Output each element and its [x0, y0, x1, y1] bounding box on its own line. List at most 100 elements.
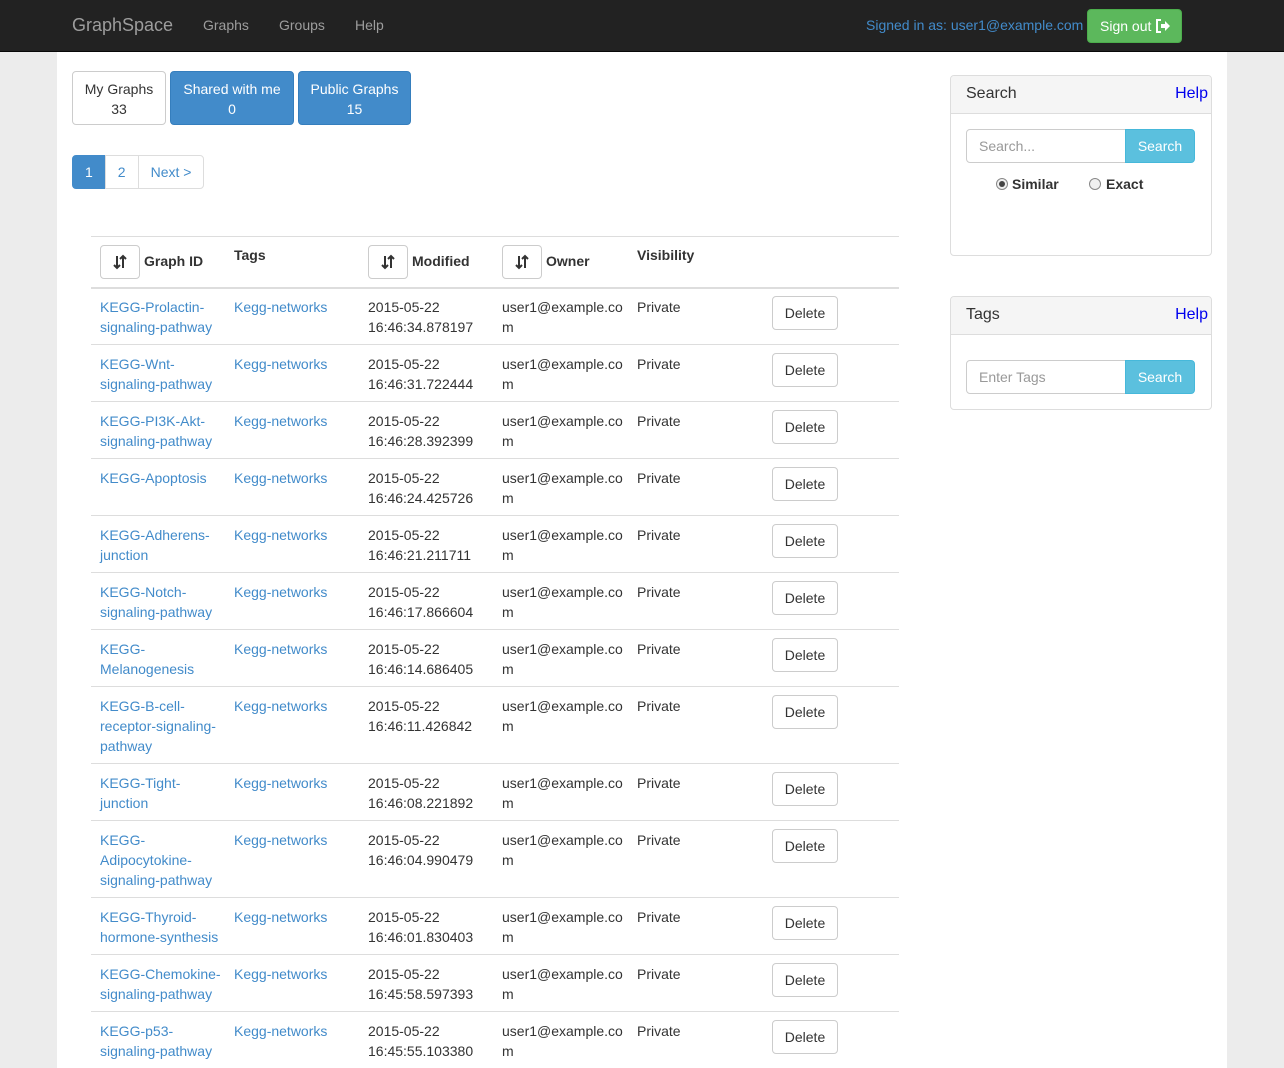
public-graphs-tab[interactable]: Public Graphs 15: [298, 71, 411, 125]
owner-email: user1@example.com: [502, 413, 623, 449]
page-1-link[interactable]: 1: [72, 155, 106, 189]
delete-button[interactable]: Delete: [772, 1020, 838, 1054]
owner-email: user1@example.com: [502, 698, 623, 734]
visibility-value: Private: [637, 584, 681, 600]
tags-panel-title: Tags: [966, 306, 1000, 323]
graph-id-link[interactable]: KEGG-Melanogenesis: [100, 639, 226, 679]
tag-link[interactable]: Kegg-networks: [234, 830, 327, 850]
similar-radio[interactable]: [996, 178, 1008, 190]
owner-email: user1@example.com: [502, 299, 623, 335]
owner-email: user1@example.com: [502, 832, 623, 868]
search-button[interactable]: Search: [1125, 129, 1195, 163]
page-2-link[interactable]: 2: [104, 155, 139, 189]
graph-id-link[interactable]: KEGG-Thyroid-hormone-synthesis: [100, 907, 226, 947]
graph-id-link[interactable]: KEGG-Adherens-junction: [100, 525, 226, 565]
owner-email: user1@example.com: [502, 909, 623, 945]
tags-panel-header: Tags Help: [951, 297, 1211, 335]
graph-id-link[interactable]: KEGG-Adipocytokine-signaling-pathway: [100, 830, 226, 890]
modified-date: 2015-05-22 16:45:58.597393: [368, 966, 474, 1002]
owner-email: user1@example.com: [502, 584, 623, 620]
visibility-value: Private: [637, 698, 681, 714]
tag-link[interactable]: Kegg-networks: [234, 468, 327, 488]
tag-link[interactable]: Kegg-networks: [234, 773, 327, 793]
table-row: KEGG-Wnt-signaling-pathway Kegg-networks…: [91, 344, 899, 401]
sign-out-button[interactable]: Sign out: [1087, 9, 1182, 43]
sort-graph-id-button[interactable]: [100, 245, 140, 279]
table-row: KEGG-Chemokine-signaling-pathway Kegg-ne…: [91, 954, 899, 1011]
visibility-value: Private: [637, 413, 681, 429]
exact-radio[interactable]: [1089, 178, 1101, 190]
tags-input[interactable]: [966, 360, 1126, 394]
signed-in-user-link[interactable]: Signed in as: user1@example.com: [866, 17, 1083, 33]
exact-label: Exact: [1106, 176, 1144, 192]
visibility-value: Private: [637, 641, 681, 657]
tag-link[interactable]: Kegg-networks: [234, 964, 327, 984]
search-help-link[interactable]: Help: [1175, 85, 1208, 103]
modified-date: 2015-05-22 16:46:28.392399: [368, 413, 474, 449]
tag-link[interactable]: Kegg-networks: [234, 297, 327, 317]
delete-button[interactable]: Delete: [772, 581, 838, 615]
similar-label: Similar: [1012, 176, 1059, 192]
modified-date: 2015-05-22 16:46:24.425726: [368, 470, 474, 506]
tags-help-link[interactable]: Help: [1175, 306, 1208, 324]
header-modified: Modified: [412, 253, 470, 269]
table-row: KEGG-Tight-junction Kegg-networks 2015-0…: [91, 763, 899, 820]
modified-date: 2015-05-22 16:46:31.722444: [368, 356, 474, 392]
graph-id-link[interactable]: KEGG-PI3K-Akt-signaling-pathway: [100, 411, 226, 451]
header-visibility: Visibility: [637, 247, 695, 263]
tags-search-button[interactable]: Search: [1125, 360, 1195, 394]
delete-button[interactable]: Delete: [772, 524, 838, 558]
tag-link[interactable]: Kegg-networks: [234, 525, 327, 545]
nav-help[interactable]: Help: [355, 17, 384, 33]
delete-button[interactable]: Delete: [772, 353, 838, 387]
next-page-link[interactable]: Next >: [137, 155, 205, 189]
visibility-value: Private: [637, 299, 681, 315]
tag-link[interactable]: Kegg-networks: [234, 354, 327, 374]
owner-email: user1@example.com: [502, 527, 623, 563]
nav-groups[interactable]: Groups: [279, 17, 325, 33]
graph-id-link[interactable]: KEGG-Apoptosis: [100, 468, 226, 488]
owner-email: user1@example.com: [502, 470, 623, 506]
tag-link[interactable]: Kegg-networks: [234, 411, 327, 431]
delete-button[interactable]: Delete: [772, 772, 838, 806]
delete-button[interactable]: Delete: [772, 638, 838, 672]
tag-link[interactable]: Kegg-networks: [234, 639, 327, 659]
graph-id-link[interactable]: KEGG-Tight-junction: [100, 773, 226, 813]
delete-button[interactable]: Delete: [772, 906, 838, 940]
delete-button[interactable]: Delete: [772, 829, 838, 863]
visibility-value: Private: [637, 356, 681, 372]
graph-id-link[interactable]: KEGG-Wnt-signaling-pathway: [100, 354, 226, 394]
modified-date: 2015-05-22 16:46:11.426842: [368, 698, 473, 734]
modified-date: 2015-05-22 16:46:08.221892: [368, 775, 474, 811]
tag-link[interactable]: Kegg-networks: [234, 582, 327, 602]
graph-id-link[interactable]: KEGG-B-cell-receptor-signaling-pathway: [100, 696, 226, 756]
nav-graphs[interactable]: Graphs: [203, 17, 249, 33]
delete-button[interactable]: Delete: [772, 296, 838, 330]
brand-link[interactable]: GraphSpace: [72, 15, 173, 36]
graph-id-link[interactable]: KEGG-Chemokine-signaling-pathway: [100, 964, 226, 1004]
my-graphs-count: 33: [111, 101, 127, 117]
visibility-value: Private: [637, 527, 681, 543]
shared-with-me-tab[interactable]: Shared with me 0: [170, 71, 294, 125]
tag-link[interactable]: Kegg-networks: [234, 696, 327, 716]
sort-modified-button[interactable]: [368, 245, 408, 279]
my-graphs-tab[interactable]: My Graphs 33: [72, 71, 166, 125]
visibility-value: Private: [637, 909, 681, 925]
delete-button[interactable]: Delete: [772, 467, 838, 501]
modified-date: 2015-05-22 16:46:21.211711: [368, 527, 472, 563]
owner-email: user1@example.com: [502, 1023, 623, 1059]
sort-owner-button[interactable]: [502, 245, 542, 279]
delete-button[interactable]: Delete: [772, 963, 838, 997]
pagination: 1 2 Next >: [72, 155, 205, 189]
search-input[interactable]: [966, 129, 1126, 163]
graph-id-link[interactable]: KEGG-Notch-signaling-pathway: [100, 582, 226, 622]
tag-link[interactable]: Kegg-networks: [234, 907, 327, 927]
owner-email: user1@example.com: [502, 775, 623, 811]
delete-button[interactable]: Delete: [772, 410, 838, 444]
search-panel: Search Help Search Similar Exact: [950, 75, 1212, 256]
tag-link[interactable]: Kegg-networks: [234, 1021, 327, 1041]
delete-button[interactable]: Delete: [772, 695, 838, 729]
tags-panel: Tags Help Search: [950, 296, 1212, 410]
graph-id-link[interactable]: KEGG-p53-signaling-pathway: [100, 1021, 226, 1061]
graph-id-link[interactable]: KEGG-Prolactin-signaling-pathway: [100, 297, 226, 337]
